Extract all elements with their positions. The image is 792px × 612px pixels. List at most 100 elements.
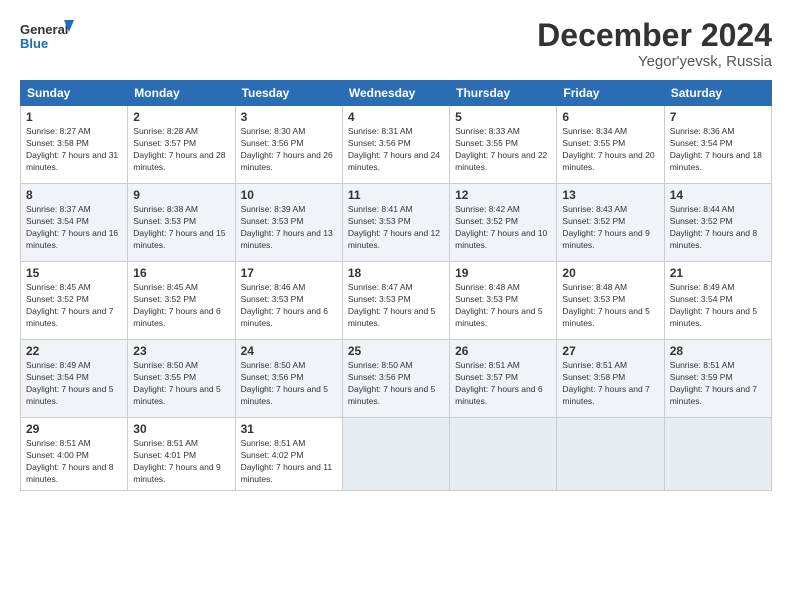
day-info: Sunrise: 8:48 AMSunset: 3:53 PMDaylight:…	[455, 282, 542, 328]
calendar-table: Sunday Monday Tuesday Wednesday Thursday…	[20, 80, 772, 491]
header: General Blue December 2024 Yegor'yevsk, …	[20, 18, 772, 70]
col-monday: Monday	[128, 81, 235, 106]
day-number: 22	[26, 344, 122, 358]
table-row: 26 Sunrise: 8:51 AMSunset: 3:57 PMDaylig…	[450, 340, 557, 418]
day-number: 17	[241, 266, 337, 280]
day-info: Sunrise: 8:38 AMSunset: 3:53 PMDaylight:…	[133, 204, 225, 250]
day-number: 11	[348, 188, 444, 202]
table-row: 28 Sunrise: 8:51 AMSunset: 3:59 PMDaylig…	[664, 340, 771, 418]
logo: General Blue	[20, 18, 75, 56]
page: General Blue December 2024 Yegor'yevsk, …	[0, 0, 792, 612]
col-wednesday: Wednesday	[342, 81, 449, 106]
table-row: 9 Sunrise: 8:38 AMSunset: 3:53 PMDayligh…	[128, 184, 235, 262]
logo-svg: General Blue	[20, 18, 75, 56]
day-info: Sunrise: 8:50 AMSunset: 3:56 PMDaylight:…	[241, 360, 328, 406]
table-row: 25 Sunrise: 8:50 AMSunset: 3:56 PMDaylig…	[342, 340, 449, 418]
svg-text:Blue: Blue	[20, 36, 48, 51]
table-row: 4 Sunrise: 8:31 AMSunset: 3:56 PMDayligh…	[342, 106, 449, 184]
table-row: 7 Sunrise: 8:36 AMSunset: 3:54 PMDayligh…	[664, 106, 771, 184]
table-row: 30 Sunrise: 8:51 AMSunset: 4:01 PMDaylig…	[128, 418, 235, 491]
day-info: Sunrise: 8:50 AMSunset: 3:55 PMDaylight:…	[133, 360, 220, 406]
table-row: 2 Sunrise: 8:28 AMSunset: 3:57 PMDayligh…	[128, 106, 235, 184]
day-number: 13	[562, 188, 658, 202]
day-info: Sunrise: 8:34 AMSunset: 3:55 PMDaylight:…	[562, 126, 654, 172]
col-friday: Friday	[557, 81, 664, 106]
day-number: 16	[133, 266, 229, 280]
table-row: 18 Sunrise: 8:47 AMSunset: 3:53 PMDaylig…	[342, 262, 449, 340]
location: Yegor'yevsk, Russia	[537, 53, 772, 70]
month-title: December 2024	[537, 18, 772, 53]
day-info: Sunrise: 8:39 AMSunset: 3:53 PMDaylight:…	[241, 204, 333, 250]
table-row: 12 Sunrise: 8:42 AMSunset: 3:52 PMDaylig…	[450, 184, 557, 262]
day-info: Sunrise: 8:37 AMSunset: 3:54 PMDaylight:…	[26, 204, 118, 250]
table-row	[557, 418, 664, 491]
table-row: 20 Sunrise: 8:48 AMSunset: 3:53 PMDaylig…	[557, 262, 664, 340]
table-row: 13 Sunrise: 8:43 AMSunset: 3:52 PMDaylig…	[557, 184, 664, 262]
day-info: Sunrise: 8:31 AMSunset: 3:56 PMDaylight:…	[348, 126, 440, 172]
day-info: Sunrise: 8:43 AMSunset: 3:52 PMDaylight:…	[562, 204, 649, 250]
day-number: 24	[241, 344, 337, 358]
day-info: Sunrise: 8:51 AMSunset: 3:57 PMDaylight:…	[455, 360, 542, 406]
day-number: 27	[562, 344, 658, 358]
table-row: 10 Sunrise: 8:39 AMSunset: 3:53 PMDaylig…	[235, 184, 342, 262]
day-info: Sunrise: 8:30 AMSunset: 3:56 PMDaylight:…	[241, 126, 333, 172]
day-number: 30	[133, 422, 229, 436]
day-info: Sunrise: 8:51 AMSunset: 4:02 PMDaylight:…	[241, 438, 333, 484]
day-number: 14	[670, 188, 766, 202]
day-number: 28	[670, 344, 766, 358]
table-row: 16 Sunrise: 8:45 AMSunset: 3:52 PMDaylig…	[128, 262, 235, 340]
day-number: 7	[670, 110, 766, 124]
day-number: 15	[26, 266, 122, 280]
day-info: Sunrise: 8:51 AMSunset: 3:59 PMDaylight:…	[670, 360, 757, 406]
day-info: Sunrise: 8:42 AMSunset: 3:52 PMDaylight:…	[455, 204, 547, 250]
day-info: Sunrise: 8:33 AMSunset: 3:55 PMDaylight:…	[455, 126, 547, 172]
day-info: Sunrise: 8:36 AMSunset: 3:54 PMDaylight:…	[670, 126, 762, 172]
day-number: 12	[455, 188, 551, 202]
day-info: Sunrise: 8:44 AMSunset: 3:52 PMDaylight:…	[670, 204, 757, 250]
col-saturday: Saturday	[664, 81, 771, 106]
day-info: Sunrise: 8:51 AMSunset: 4:01 PMDaylight:…	[133, 438, 220, 484]
day-info: Sunrise: 8:49 AMSunset: 3:54 PMDaylight:…	[26, 360, 113, 406]
col-tuesday: Tuesday	[235, 81, 342, 106]
day-info: Sunrise: 8:48 AMSunset: 3:53 PMDaylight:…	[562, 282, 649, 328]
table-row: 27 Sunrise: 8:51 AMSunset: 3:58 PMDaylig…	[557, 340, 664, 418]
col-thursday: Thursday	[450, 81, 557, 106]
table-row: 8 Sunrise: 8:37 AMSunset: 3:54 PMDayligh…	[21, 184, 128, 262]
day-info: Sunrise: 8:47 AMSunset: 3:53 PMDaylight:…	[348, 282, 435, 328]
table-row: 19 Sunrise: 8:48 AMSunset: 3:53 PMDaylig…	[450, 262, 557, 340]
svg-text:General: General	[20, 22, 68, 37]
day-info: Sunrise: 8:45 AMSunset: 3:52 PMDaylight:…	[26, 282, 113, 328]
day-number: 26	[455, 344, 551, 358]
table-row: 6 Sunrise: 8:34 AMSunset: 3:55 PMDayligh…	[557, 106, 664, 184]
day-number: 9	[133, 188, 229, 202]
table-row: 23 Sunrise: 8:50 AMSunset: 3:55 PMDaylig…	[128, 340, 235, 418]
day-info: Sunrise: 8:50 AMSunset: 3:56 PMDaylight:…	[348, 360, 435, 406]
table-row: 11 Sunrise: 8:41 AMSunset: 3:53 PMDaylig…	[342, 184, 449, 262]
day-number: 18	[348, 266, 444, 280]
table-row: 5 Sunrise: 8:33 AMSunset: 3:55 PMDayligh…	[450, 106, 557, 184]
table-row: 24 Sunrise: 8:50 AMSunset: 3:56 PMDaylig…	[235, 340, 342, 418]
table-row: 22 Sunrise: 8:49 AMSunset: 3:54 PMDaylig…	[21, 340, 128, 418]
day-number: 2	[133, 110, 229, 124]
day-info: Sunrise: 8:49 AMSunset: 3:54 PMDaylight:…	[670, 282, 757, 328]
day-info: Sunrise: 8:28 AMSunset: 3:57 PMDaylight:…	[133, 126, 225, 172]
day-number: 25	[348, 344, 444, 358]
day-info: Sunrise: 8:27 AMSunset: 3:58 PMDaylight:…	[26, 126, 118, 172]
col-sunday: Sunday	[21, 81, 128, 106]
day-number: 6	[562, 110, 658, 124]
day-number: 20	[562, 266, 658, 280]
table-row: 29 Sunrise: 8:51 AMSunset: 4:00 PMDaylig…	[21, 418, 128, 491]
table-row: 31 Sunrise: 8:51 AMSunset: 4:02 PMDaylig…	[235, 418, 342, 491]
table-row	[664, 418, 771, 491]
table-row: 17 Sunrise: 8:46 AMSunset: 3:53 PMDaylig…	[235, 262, 342, 340]
table-row: 15 Sunrise: 8:45 AMSunset: 3:52 PMDaylig…	[21, 262, 128, 340]
day-number: 10	[241, 188, 337, 202]
table-row	[450, 418, 557, 491]
day-number: 1	[26, 110, 122, 124]
day-info: Sunrise: 8:51 AMSunset: 3:58 PMDaylight:…	[562, 360, 649, 406]
day-number: 5	[455, 110, 551, 124]
day-number: 4	[348, 110, 444, 124]
day-number: 29	[26, 422, 122, 436]
day-info: Sunrise: 8:45 AMSunset: 3:52 PMDaylight:…	[133, 282, 220, 328]
day-number: 8	[26, 188, 122, 202]
